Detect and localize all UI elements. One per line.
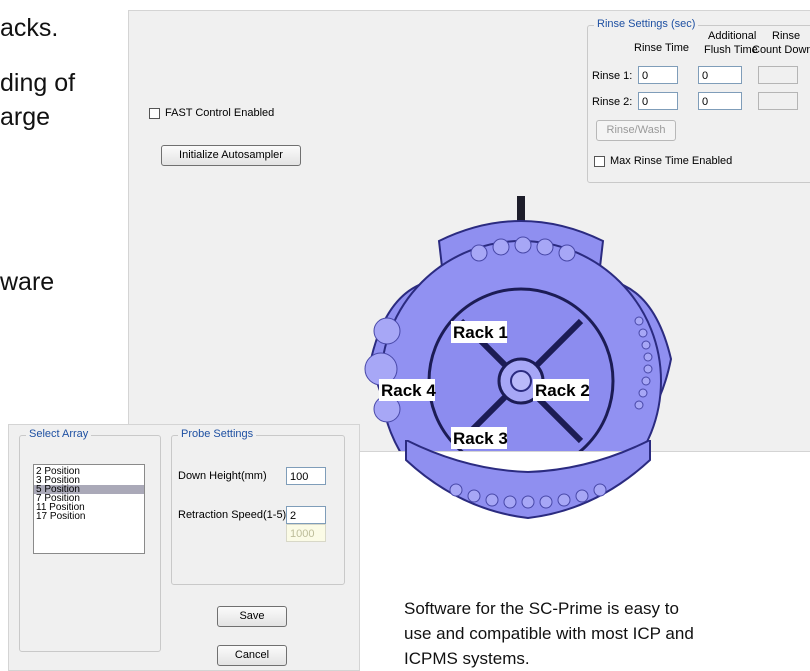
rinse-2-label: Rinse 2: (592, 96, 633, 108)
down-height-input[interactable]: 100 (286, 467, 326, 485)
sample-tray-image: Rack 1 Rack 2 Rack 3 Rack 4 (364, 196, 673, 451)
slide-text-fragment-3: arge (0, 103, 51, 131)
col-count-down-header: Count Down (752, 44, 810, 56)
col-additional-header: Additional (708, 30, 757, 42)
retraction-speed-input[interactable]: 2 (286, 506, 326, 524)
slide-text-fragment-4: ware (0, 268, 55, 296)
rinse-1-countdown-field (758, 66, 798, 84)
rinse-settings-title: Rinse Settings (sec) (594, 18, 699, 30)
array-settings-window: Select Array 2 Position 3 Position 5 Pos… (8, 424, 360, 671)
select-array-title: Select Array (26, 428, 92, 440)
rack-1-label: Rack 1 (453, 323, 508, 342)
caption-line-1: Software for the SC-Prime is easy to (404, 599, 679, 618)
select-array-group: Select Array 2 Position 3 Position 5 Pos… (19, 428, 161, 652)
rack-2-label: Rack 2 (535, 381, 590, 400)
rinse-settings-group: Rinse Settings (sec) Rinse Time Addition… (587, 18, 810, 183)
probe-settings-group: Probe Settings Down Height(mm) 100 Retra… (171, 428, 345, 585)
array-listbox[interactable]: 2 Position 3 Position 5 Position 7 Posit… (33, 464, 145, 554)
caption-text: Software for the SC-Prime is easy to use… (404, 596, 804, 671)
max-rinse-label: Max Rinse Time Enabled (610, 155, 733, 167)
tray-disc-icon (364, 220, 673, 451)
fast-control-label: FAST Control Enabled (165, 107, 275, 119)
probe-stalk-icon (517, 196, 525, 224)
autosampler-window: FAST Control Enabled Initialize Autosamp… (128, 10, 810, 452)
rack-4-label: Rack 4 (381, 381, 436, 400)
rinse-1-time-input[interactable]: 0 (638, 66, 678, 84)
rinse-1-flush-input[interactable]: 0 (698, 66, 742, 84)
rinse-2-flush-input[interactable]: 0 (698, 92, 742, 110)
max-rinse-checkbox[interactable] (594, 156, 605, 167)
fast-control-checkbox[interactable] (149, 108, 160, 119)
array-option[interactable]: 17 Position (34, 512, 144, 522)
caption-line-3: ICPMS systems. (404, 649, 530, 668)
tray-lower-extension (405, 440, 651, 520)
rinse-wash-button[interactable]: Rinse/Wash (596, 120, 676, 141)
cancel-button[interactable]: Cancel (217, 645, 287, 666)
col-rinse-header: Rinse (772, 30, 801, 42)
col-flush-time-header: Flush Time (704, 44, 758, 56)
extra-value-field: 1000 (286, 524, 326, 542)
initialize-autosampler-button[interactable]: Initialize Autosampler (161, 145, 301, 166)
down-height-label: Down Height(mm) (178, 470, 267, 482)
col-rinse-time-header: Rinse Time (634, 42, 690, 54)
rinse-2-countdown-field (758, 92, 798, 110)
caption-line-2: use and compatible with most ICP and (404, 624, 694, 643)
probe-settings-title: Probe Settings (178, 428, 257, 440)
rinse-1-label: Rinse 1: (592, 70, 633, 82)
save-button[interactable]: Save (217, 606, 287, 627)
slide-text-fragment-1: acks. (0, 14, 59, 42)
slide-text-fragment-2: ding of (0, 69, 76, 97)
rinse-2-time-input[interactable]: 0 (638, 92, 678, 110)
retraction-speed-label: Retraction Speed(1-5) (178, 509, 287, 521)
